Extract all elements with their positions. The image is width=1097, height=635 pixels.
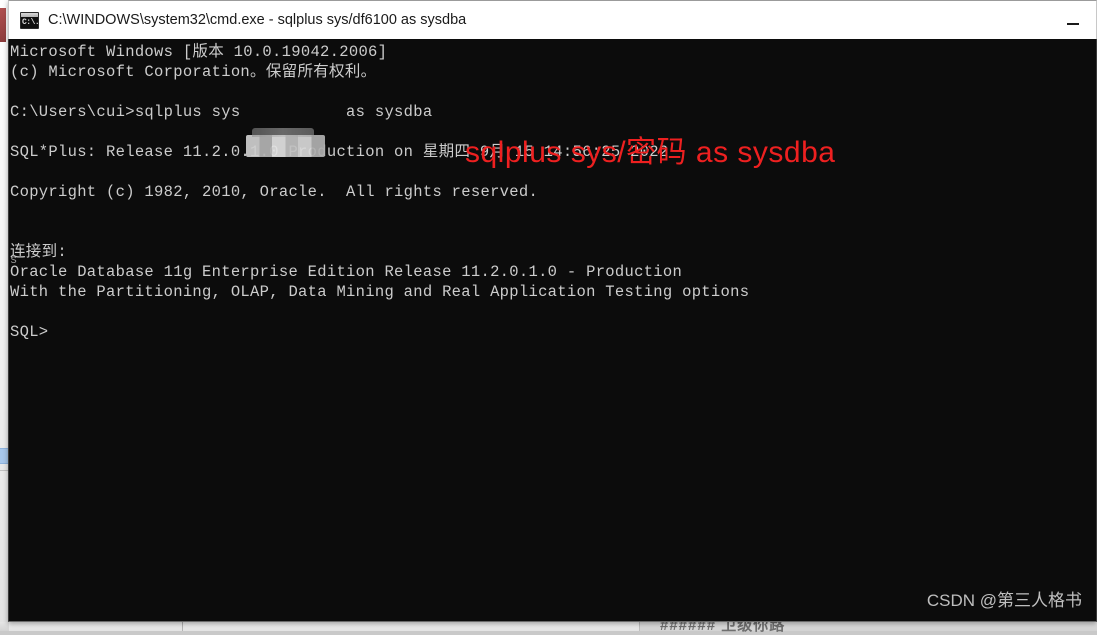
csdn-watermark: CSDN @第三人格书 — [926, 591, 1082, 610]
terminal-text-content: Microsoft Windows [版本 10.0.19042.2006] (… — [10, 43, 750, 341]
red-annotation-label: sqlplus sys/密码 as sysdba — [465, 136, 836, 169]
minimize-button[interactable] — [1050, 1, 1096, 40]
terminal-output-area[interactable]: Microsoft Windows [版本 10.0.19042.2006] (… — [8, 39, 1097, 622]
background-window-red-accent — [0, 8, 6, 42]
window-title-text: C:\WINDOWS\system32\cmd.exe - sqlplus sy… — [48, 12, 467, 28]
cmd-icon-buttons: ··· — [34, 12, 37, 17]
cmd-console-window[interactable]: ··· C:\. C:\WINDOWS\system32\cmd.exe - s… — [8, 0, 1097, 622]
cmd-console-icon: ··· C:\. — [20, 11, 39, 29]
window-title-bar[interactable]: ··· C:\. C:\WINDOWS\system32\cmd.exe - s… — [8, 0, 1097, 39]
password-redaction-mosaic — [246, 128, 325, 157]
stray-edge-character: s — [10, 253, 18, 267]
minimize-icon — [1067, 22, 1079, 25]
cmd-icon-prompt-glyph: C:\. — [22, 17, 39, 27]
background-window-bottom[interactable] — [9, 622, 640, 631]
